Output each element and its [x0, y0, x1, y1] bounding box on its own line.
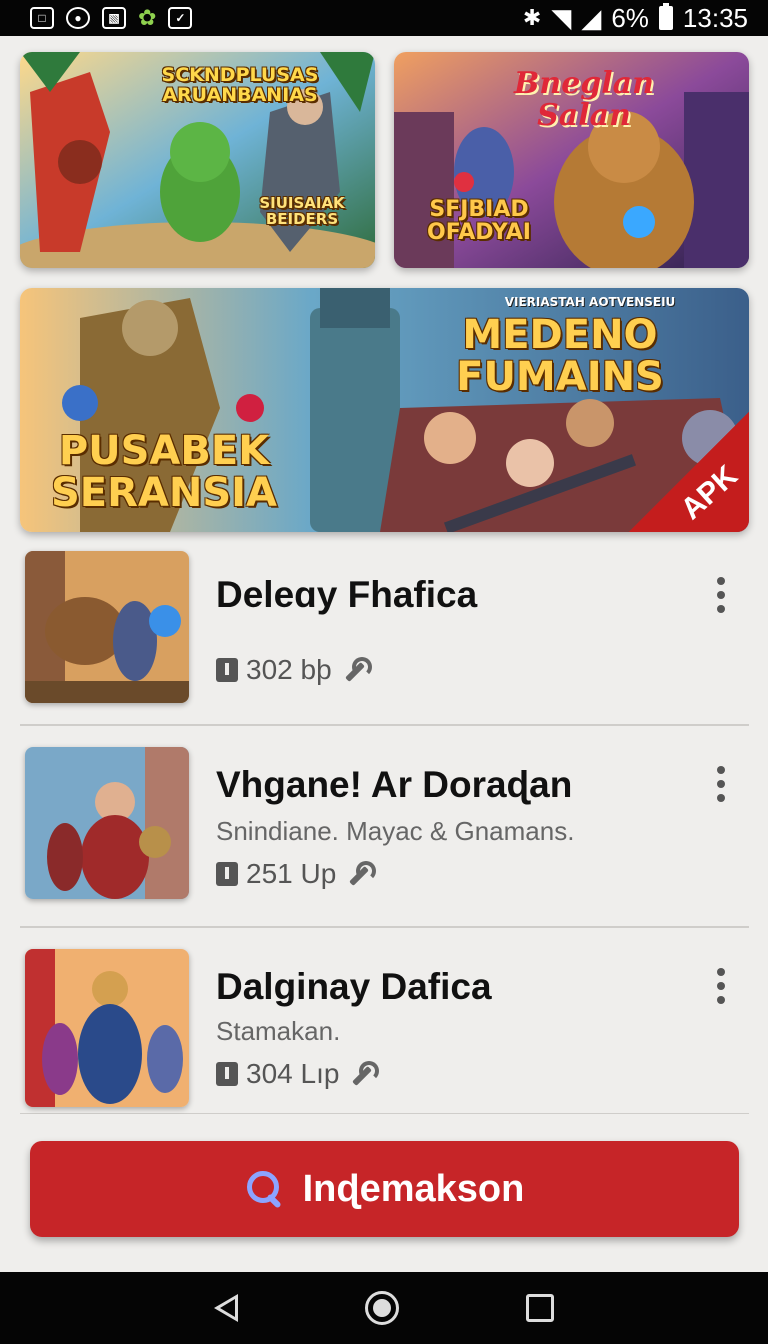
app-meta: 304 Lıp: [216, 1058, 380, 1090]
banner-1-subtitle: SIUISAIAK BEIDERS: [259, 194, 345, 228]
image-icon: ▧: [102, 7, 126, 29]
calendar-icon: □: [30, 7, 54, 29]
chart-icon: ✓: [168, 7, 193, 29]
app-title: Deleɑy Fhafica: [216, 574, 478, 615]
wrench-icon: [347, 1061, 380, 1087]
bluetooth-icon: ✱: [522, 5, 542, 30]
more-options-icon[interactable]: [715, 577, 727, 613]
home-icon[interactable]: [364, 1291, 399, 1325]
app-subtitle: Snindiane. Mayac & Gnamans.: [216, 816, 575, 846]
more-options-icon[interactable]: [715, 968, 727, 1004]
back-icon[interactable]: [213, 1294, 238, 1322]
app-downloads: 251 Up: [246, 858, 337, 889]
search-button[interactable]: Inɖemakson: [30, 1141, 739, 1237]
app-title: Vhgane! Ar Doraɖan: [216, 764, 573, 805]
search-button-label: Inɖemakson: [302, 1167, 525, 1210]
download-icon: [216, 1062, 238, 1086]
wrench-icon: [340, 657, 372, 683]
app-subtitle: Stamakan.: [216, 1016, 341, 1046]
download-icon: [216, 862, 238, 886]
download-icon: [216, 658, 238, 682]
app-downloads: 304 Lıp: [246, 1058, 340, 1089]
list-item[interactable]: Dalginay Dafica Stamakan. 304 Lıp: [20, 928, 749, 1114]
banner-1-title: SCKNDPLUSAS ARUANBANIAS: [161, 64, 319, 106]
app-thumbnail: [25, 551, 189, 703]
notification-icons: □ ● ▧ ✿ ✓: [30, 5, 193, 31]
battery-icon: [658, 3, 673, 30]
featured-banner-1[interactable]: SCKNDPLUSAS ARUANBANIAS SIUISAIAK BEIDER…: [20, 52, 375, 268]
clock: 13:35: [682, 2, 748, 33]
list-item[interactable]: Vhgane! Ar Doraɖan Snindiane. Mayac & Gn…: [20, 726, 749, 928]
app-meta: 251 Up: [216, 858, 377, 890]
plant-icon: ✿: [138, 5, 157, 30]
battery-level: 6%: [611, 2, 649, 33]
signal-icon: ◢: [581, 2, 602, 33]
status-right: ✱ ◥ ◢ 6% 13:35: [523, 3, 748, 34]
app-downloads: 302 bþ: [246, 654, 332, 685]
app-meta: 302 bþ: [216, 654, 372, 686]
recent-apps-icon[interactable]: [526, 1294, 555, 1322]
app-thumbnail: [25, 949, 189, 1107]
banner-2-title: Bneglan Salan: [514, 66, 654, 133]
hero-banner-title-left: PUSABEK SERANSIA: [50, 428, 277, 516]
wifi-icon: ◥: [551, 2, 572, 33]
featured-banner-2[interactable]: Bneglan Salan SFJBIAD OFADYAI: [394, 52, 749, 268]
hero-banner-title-right: MEDENO FUMAINS: [456, 312, 664, 400]
status-bar: □ ● ▧ ✿ ✓ ✱ ◥ ◢ 6% 13:35: [0, 0, 768, 36]
hero-banner[interactable]: PUSABEK SERANSIA VIERIASTAH AOTVENSEIU M…: [20, 288, 749, 532]
app-title: Dalginay Dafica: [216, 966, 492, 1007]
navigation-bar: [0, 1272, 768, 1344]
search-icon: [245, 1169, 285, 1209]
list-item[interactable]: Deleɑy Fhafica 302 bþ: [20, 540, 749, 726]
banner-2-subtitle: SFJBIAD OFADYAI: [427, 197, 531, 246]
wrench-icon: [344, 861, 377, 887]
hero-banner-kicker: VIERIASTAH AOTVENSEIU: [504, 295, 676, 309]
more-options-icon[interactable]: [715, 766, 727, 802]
app-thumbnail: [25, 747, 189, 899]
camera-icon: ●: [66, 7, 90, 29]
